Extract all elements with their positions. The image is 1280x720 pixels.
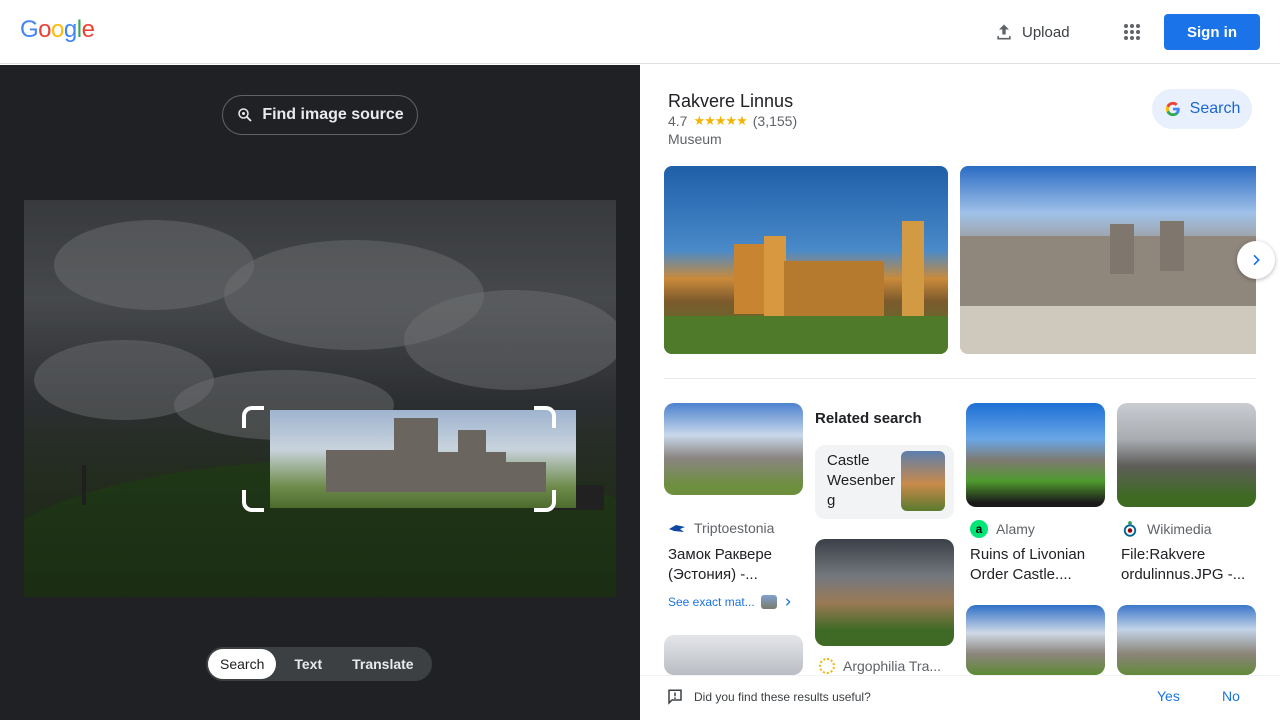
google-search-button[interactable]: Search: [1152, 89, 1252, 129]
feedback-icon: [668, 689, 682, 705]
result-image-1[interactable]: [664, 403, 803, 495]
result-title-4[interactable]: File:Rakvere ordulinnus.JPG -...: [1121, 545, 1261, 585]
result-source-2[interactable]: Argophilia Tra...: [819, 658, 941, 674]
exact-match-thumb-icon: [760, 595, 777, 609]
feedback-bar: Did you find these results useful? Yes N…: [640, 675, 1280, 720]
star-rating-icon: ★★★★★: [693, 113, 747, 128]
results-panel: Rakvere Linnus 4.7 ★★★★★ (3,155) Museum …: [640, 65, 1280, 720]
apps-grid-icon: [1124, 24, 1140, 40]
result-source-1[interactable]: Triptoestonia: [668, 520, 774, 536]
logo-letter: e: [81, 16, 95, 43]
related-search-chip-label: Castle Wesenber g: [827, 452, 896, 509]
crop-handle-bottom-left[interactable]: [242, 490, 264, 512]
google-search-label: Search: [1189, 100, 1241, 117]
result-image-2[interactable]: [815, 539, 954, 646]
related-search-chip[interactable]: Castle Wesenber g: [815, 445, 954, 519]
result-title-1[interactable]: Замок Раквере (Эстония) -...: [668, 545, 808, 585]
result-image-7[interactable]: [1117, 605, 1256, 675]
entity-title: Rakvere Linnus: [668, 91, 794, 111]
lens-search-icon: [238, 108, 252, 122]
apps-grid-button[interactable]: [1116, 16, 1148, 48]
rating-value: 4.7: [668, 113, 688, 129]
upload-button[interactable]: Upload: [984, 14, 1080, 50]
crop-selection[interactable]: [270, 410, 576, 508]
argophilia-favicon-icon: [819, 658, 835, 674]
google-logo[interactable]: Google: [20, 16, 95, 44]
entity-image-2[interactable]: [960, 166, 1256, 354]
logo-letter: o: [51, 16, 64, 43]
result-source-label: Argophilia Tra...: [843, 658, 942, 674]
result-image-5[interactable]: [664, 635, 803, 675]
result-source-3[interactable]: a Alamy: [970, 520, 1035, 538]
logo-letter: o: [38, 16, 52, 43]
entity-rating: 4.7 ★★★★★ (3,155): [668, 113, 797, 129]
wikimedia-favicon-icon: [1123, 521, 1137, 537]
triptoestonia-favicon-icon: [669, 525, 685, 532]
top-bar: Google Upload Sign in: [0, 0, 1280, 64]
find-image-source-button[interactable]: Find image source: [222, 95, 418, 135]
logo-letter: G: [20, 16, 39, 43]
result-source-label: Alamy: [996, 521, 1035, 537]
result-title-3[interactable]: Ruins of Livonian Order Castle....: [970, 545, 1110, 585]
tab-search[interactable]: Search: [208, 649, 277, 679]
entity-type: Museum: [668, 131, 722, 147]
entity-image-1[interactable]: [664, 166, 948, 354]
image-preview-panel: Find image source Search Text Translate: [0, 65, 640, 720]
result-source-4[interactable]: Wikimedia: [1121, 520, 1212, 538]
alamy-favicon-icon: a: [970, 520, 988, 538]
review-count: (3,155): [752, 113, 798, 129]
tab-translate[interactable]: Translate: [340, 649, 425, 679]
feedback-no-button[interactable]: No: [1222, 688, 1240, 704]
result-image-4[interactable]: [1117, 403, 1256, 507]
logo-letter: g: [63, 16, 77, 43]
feedback-question: Did you find these results useful?: [694, 690, 871, 704]
tab-text[interactable]: Text: [276, 649, 340, 679]
upload-label: Upload: [1022, 23, 1070, 41]
crop-handle-top-right[interactable]: [534, 406, 556, 428]
crop-handle-top-left[interactable]: [242, 406, 264, 428]
google-g-icon: [1165, 101, 1180, 117]
mode-tabs: Search Text Translate: [206, 647, 432, 681]
find-image-source-label: Find image source: [262, 106, 404, 123]
result-image-3[interactable]: [966, 403, 1105, 507]
result-source-label: Wikimedia: [1147, 521, 1212, 537]
carousel-next-button[interactable]: [1237, 241, 1275, 279]
result-source-label: Triptoestonia: [694, 520, 775, 536]
chevron-right-icon: [1253, 254, 1260, 266]
related-search-heading: Related search: [815, 410, 922, 427]
result-image-6[interactable]: [966, 605, 1105, 675]
related-search-thumb: [901, 451, 945, 511]
see-exact-matches-link[interactable]: See exact mat...: [668, 595, 793, 609]
see-exact-label: See exact mat...: [668, 595, 755, 609]
sign-in-button[interactable]: Sign in: [1164, 14, 1260, 50]
section-divider: [664, 378, 1256, 379]
upload-icon: [997, 24, 1011, 40]
uploaded-image: [24, 200, 616, 597]
feedback-yes-button[interactable]: Yes: [1157, 688, 1180, 704]
crop-handle-bottom-right[interactable]: [534, 490, 556, 512]
chevron-right-icon: [785, 598, 791, 606]
